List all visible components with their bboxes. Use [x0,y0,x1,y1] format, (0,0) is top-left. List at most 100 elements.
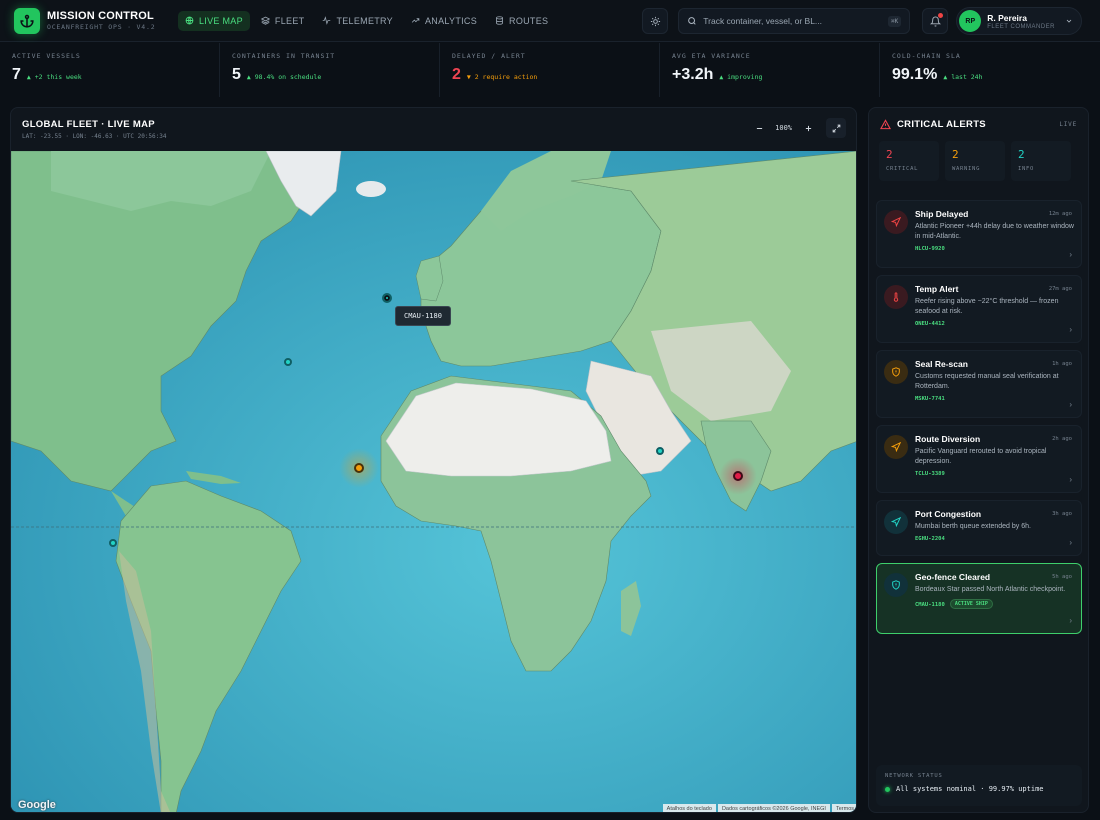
count-info[interactable]: 2 INFO [1011,141,1071,181]
kpi-value: 2 [452,66,461,83]
search-icon [688,17,696,25]
nav-analytics[interactable]: ANALYTICS [404,11,484,31]
main-nav: LIVE MAP FLEET TELEMETRY ANALYTICS ROUTE… [178,10,559,31]
alert-card-geofence-cleared[interactable]: Geo-fence Cleared 5h ago Bordeaux Star p… [876,563,1082,634]
world-map[interactable]: CMAU-1180 Google Atalhos do teclado Dado… [11,151,856,812]
search-shortcut: ⌘K [888,15,902,27]
vessel-marker-india[interactable] [733,471,743,481]
kpi-delta: ▲ +2 this week [26,73,82,81]
chevron-right-icon: › [1069,538,1072,547]
nav-live-map[interactable]: LIVE MAP [178,10,250,31]
plus-icon [805,125,811,131]
alert-time: 3h ago [1052,511,1072,517]
kpi-delta: ▼ 2 require action [466,73,538,81]
zoom-out-button[interactable] [749,118,769,138]
nav-telemetry[interactable]: TELEMETRY [315,11,400,31]
avatar: RP [959,10,982,32]
alert-description: Bordeaux Star passed North Atlantic chec… [915,586,1066,593]
nav-routes[interactable]: ROUTES [488,11,555,31]
expand-icon [832,124,840,132]
count-label: INFO [1018,166,1035,172]
user-role: FLEET COMMANDER [987,23,1055,30]
minus-icon [756,127,762,129]
vessel-marker-mid-atlantic[interactable] [284,358,292,366]
alerts-panel: CRITICAL ALERTS LIVE 2 CRITICAL 2 WARNIN… [868,107,1089,813]
alert-description: Customs requested manual seal verificati… [915,373,1059,390]
count-number: 2 [952,148,959,161]
shield-icon [884,573,908,597]
chevron-right-icon: › [1069,475,1072,484]
navigation-icon [884,435,908,459]
zoom-in-button[interactable] [798,118,818,138]
sun-icon [650,16,660,26]
fullscreen-button[interactable] [826,118,846,138]
kpi-delayed-alert: DELAYED / ALERT 2 ▼ 2 require action [440,43,660,97]
kpi-value: +3.2h [672,66,714,83]
count-warning[interactable]: 2 WARNING [945,141,1005,181]
map-attribution: Atalhos do teclado Dados cartográficos ©… [661,804,856,812]
theme-toggle-button[interactable] [642,8,669,34]
vessel-marker-south-america[interactable] [109,539,117,547]
alert-card-port-congestion[interactable]: Port Congestion 3h ago Mumbai berth queu… [876,500,1082,556]
layers-icon [260,16,270,25]
vessel-marker-arabian-sea[interactable] [656,447,664,455]
status-dot [885,786,890,792]
count-number: 2 [1018,148,1025,161]
alert-card-route-diversion[interactable]: Route Diversion 2h ago Pacific Vanguard … [876,425,1082,493]
chevron-right-icon: › [1069,400,1072,409]
count-label: CRITICAL [886,166,919,172]
alert-container-id[interactable]: EGHU-2204 [915,536,1073,542]
notifications-button[interactable] [922,8,949,34]
kpi-value: 5 [232,66,241,83]
user-name: R. Pereira [987,12,1027,23]
keyboard-shortcuts-link[interactable]: Atalhos do teclado [662,804,716,812]
active-ship-badge: ACTIVE SHIP [949,598,993,609]
kpi-value: 7 [12,66,21,83]
alert-container-id[interactable]: MSKU-7741 [915,396,1073,402]
kpi-label: DELAYED / ALERT [452,52,526,60]
kpi-label: AVG ETA VARIANCE [672,52,751,60]
count-label: WARNING [952,166,981,172]
user-menu[interactable]: RP R. Pereira FLEET COMMANDER [956,7,1082,35]
brand-title: MISSION CONTROL [47,10,154,22]
kpi-avg-eta-variance: AVG ETA VARIANCE +3.2h ▲ improving [660,43,880,97]
zoom-controls: 100% [749,118,846,138]
alert-counts: 2 CRITICAL 2 WARNING 2 INFO [879,141,1077,181]
search-bar[interactable]: ⌘K [678,8,911,34]
alert-title: Seal Re-scan [915,359,968,369]
kpi-label: ACTIVE VESSELS [12,52,81,60]
alert-container-id[interactable]: TCLU-3389 [915,471,1073,477]
map-title: GLOBAL FLEET · LIVE MAP [22,119,155,130]
database-icon [496,16,503,25]
alert-card-ship-delayed[interactable]: Ship Delayed 12m ago Atlantic Pioneer +4… [876,200,1082,268]
top-bar: MISSION CONTROL OCEANFREIGHT OPS · V4.2 … [0,0,1100,42]
pulse-icon [323,16,331,25]
terms-link[interactable]: Termos [831,804,856,812]
nav-label: FLEET [274,15,305,26]
network-status-label: NETWORK STATUS [885,773,943,779]
alert-container-id[interactable]: CMAU-1180 [915,602,945,608]
alert-container-id[interactable]: HLCU-9920 [915,246,1073,252]
alert-card-temp-alert[interactable]: Temp Alert 27m ago Reefer rising above −… [876,275,1082,343]
alert-card-seal-rescan[interactable]: Seal Re-scan 1h ago Customs requested ma… [876,350,1082,418]
kpi-active-vessels: ACTIVE VESSELS 7 ▲ +2 this week [0,43,220,97]
iceland-land [356,181,386,197]
vessel-marker-west-africa[interactable] [354,463,364,473]
count-number: 2 [886,148,893,161]
search-input[interactable] [703,16,889,26]
nav-fleet[interactable]: FLEET [254,11,312,31]
network-status: NETWORK STATUS All systems nominal · 99.… [876,765,1082,806]
brand[interactable]: MISSION CONTROL OCEANFREIGHT OPS · V4.2 [14,7,174,34]
kpi-label: COLD-CHAIN SLA [892,52,961,60]
google-logo: Google [18,799,56,811]
kpi-delta: ▲ 98.4% on schedule [246,73,322,81]
chevron-down-icon [1066,19,1072,23]
anchor-icon [14,7,40,34]
network-status-text: All systems nominal · 99.97% uptime [896,785,1044,793]
live-indicator: LIVE [1059,121,1077,128]
alert-container-id[interactable]: ONEU-4412 [915,321,1073,327]
count-critical[interactable]: 2 CRITICAL [879,141,939,181]
vessel-marker-north-atlantic[interactable] [382,293,392,303]
kpi-label: CONTAINERS IN TRANSIT [232,52,336,60]
zoom-level: 100% [775,124,792,132]
